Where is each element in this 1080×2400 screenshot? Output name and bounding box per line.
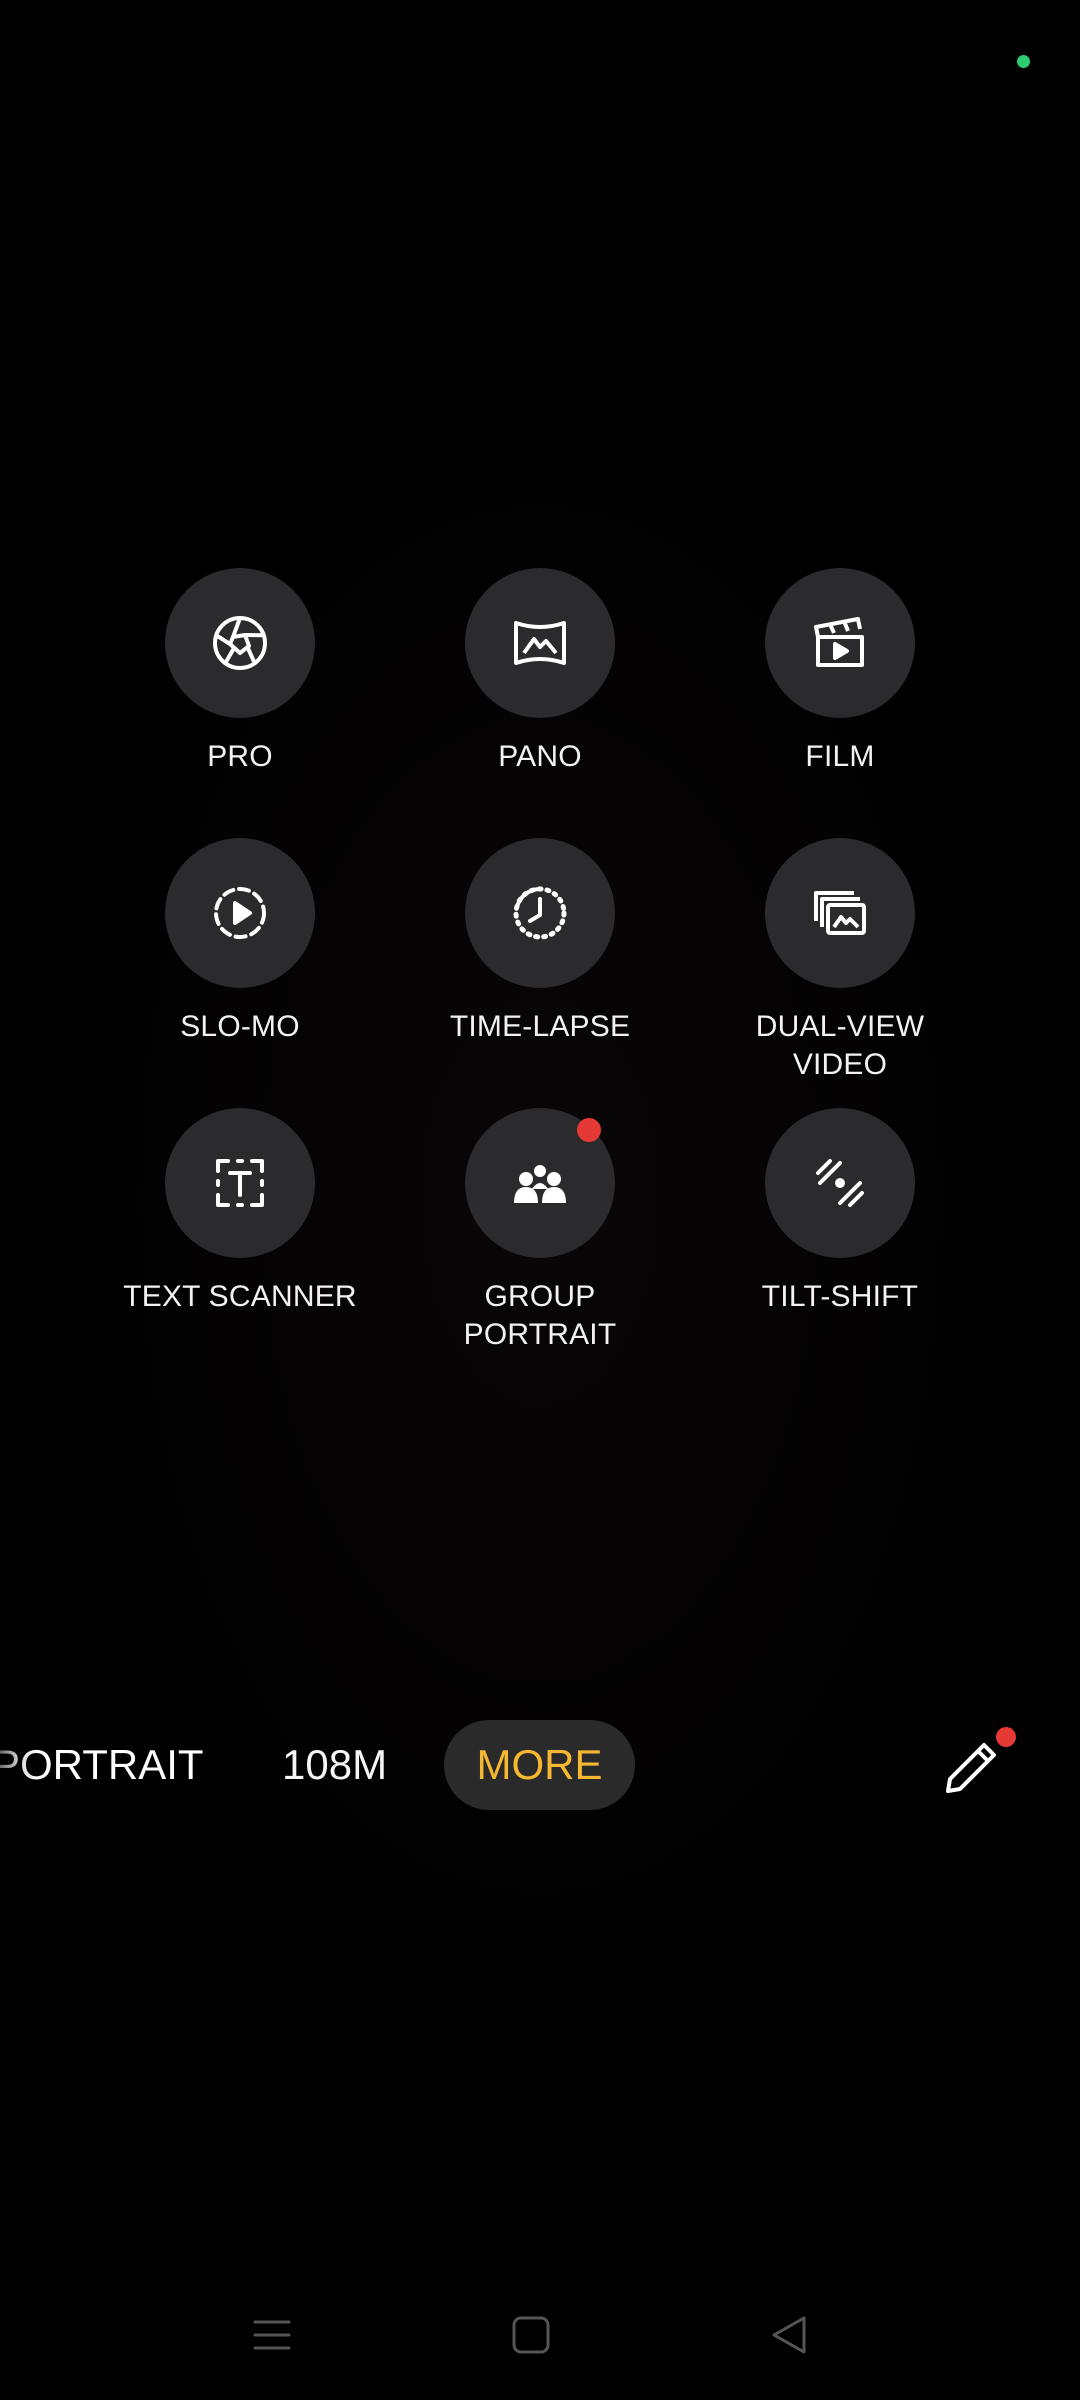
mode-label: FILM xyxy=(805,740,875,773)
menu-icon[interactable] xyxy=(249,2312,295,2358)
mode-text-scanner[interactable]: TEXT SCANNER xyxy=(90,1108,390,1316)
slow-motion-icon xyxy=(214,887,266,939)
camera-active-indicator xyxy=(1017,55,1030,68)
edit-badge xyxy=(996,1727,1016,1747)
mode-tilt-shift[interactable]: TILT-SHIFT xyxy=(690,1108,990,1316)
mode-tab-more[interactable]: MORE xyxy=(444,1720,635,1810)
mode-group-portrait[interactable]: GROUP PORTRAIT xyxy=(390,1108,690,1354)
mode-tab-108m[interactable]: 108M xyxy=(282,1720,387,1810)
mode-label: PRO xyxy=(207,740,273,773)
new-badge xyxy=(577,1118,601,1142)
mode-tilt-shift-button[interactable] xyxy=(765,1108,915,1258)
mode-slo-mo-button[interactable] xyxy=(165,838,315,988)
mode-pano-button[interactable] xyxy=(465,568,615,718)
mode-dual-view-video[interactable]: DUAL-VIEW VIDEO xyxy=(690,838,990,1084)
mode-film-button[interactable] xyxy=(765,568,915,718)
mode-slo-mo[interactable]: SLO-MO xyxy=(90,838,390,1046)
mode-dual-view-video-button[interactable] xyxy=(765,838,915,988)
mode-label: SLO-MO xyxy=(180,1010,300,1043)
tilt-shift-icon xyxy=(816,1159,864,1207)
mode-label: TIME-LAPSE xyxy=(449,1010,631,1043)
mode-pano[interactable]: PANO xyxy=(390,568,690,776)
time-lapse-icon xyxy=(513,886,567,940)
text-scan-icon xyxy=(216,1159,264,1207)
mode-pro-button[interactable] xyxy=(165,568,315,718)
mode-time-lapse-button[interactable] xyxy=(465,838,615,988)
system-navigation-bar xyxy=(0,2290,1080,2380)
mode-film[interactable]: FILM xyxy=(690,568,990,776)
mode-time-lapse[interactable]: TIME-LAPSE xyxy=(390,838,690,1046)
edit-modes-button[interactable] xyxy=(940,1727,1016,1799)
mode-text-scanner-button[interactable] xyxy=(165,1108,315,1258)
mode-group-portrait-button[interactable] xyxy=(465,1108,615,1258)
mode-tab-portrait[interactable]: PORTRAIT xyxy=(0,1720,204,1810)
clapperboard-icon xyxy=(814,617,864,667)
mode-label: GROUP PORTRAIT xyxy=(463,1280,617,1351)
mode-label: TILT-SHIFT xyxy=(761,1280,919,1313)
home-icon[interactable] xyxy=(508,2312,554,2358)
mode-label: TEXT SCANNER xyxy=(123,1280,357,1313)
mode-label: PANO xyxy=(498,740,582,773)
pencil-icon xyxy=(946,1743,996,1793)
group-icon xyxy=(514,1165,566,1203)
mode-pro[interactable]: PRO xyxy=(90,568,390,776)
dual-view-icon xyxy=(814,891,866,935)
mode-label: DUAL-VIEW VIDEO xyxy=(755,1010,925,1081)
camera-mode-bar: PORTRAIT 108M MORE xyxy=(0,1720,1080,1816)
panorama-icon xyxy=(514,621,566,665)
aperture-icon xyxy=(213,616,267,670)
back-icon[interactable] xyxy=(766,2312,812,2358)
